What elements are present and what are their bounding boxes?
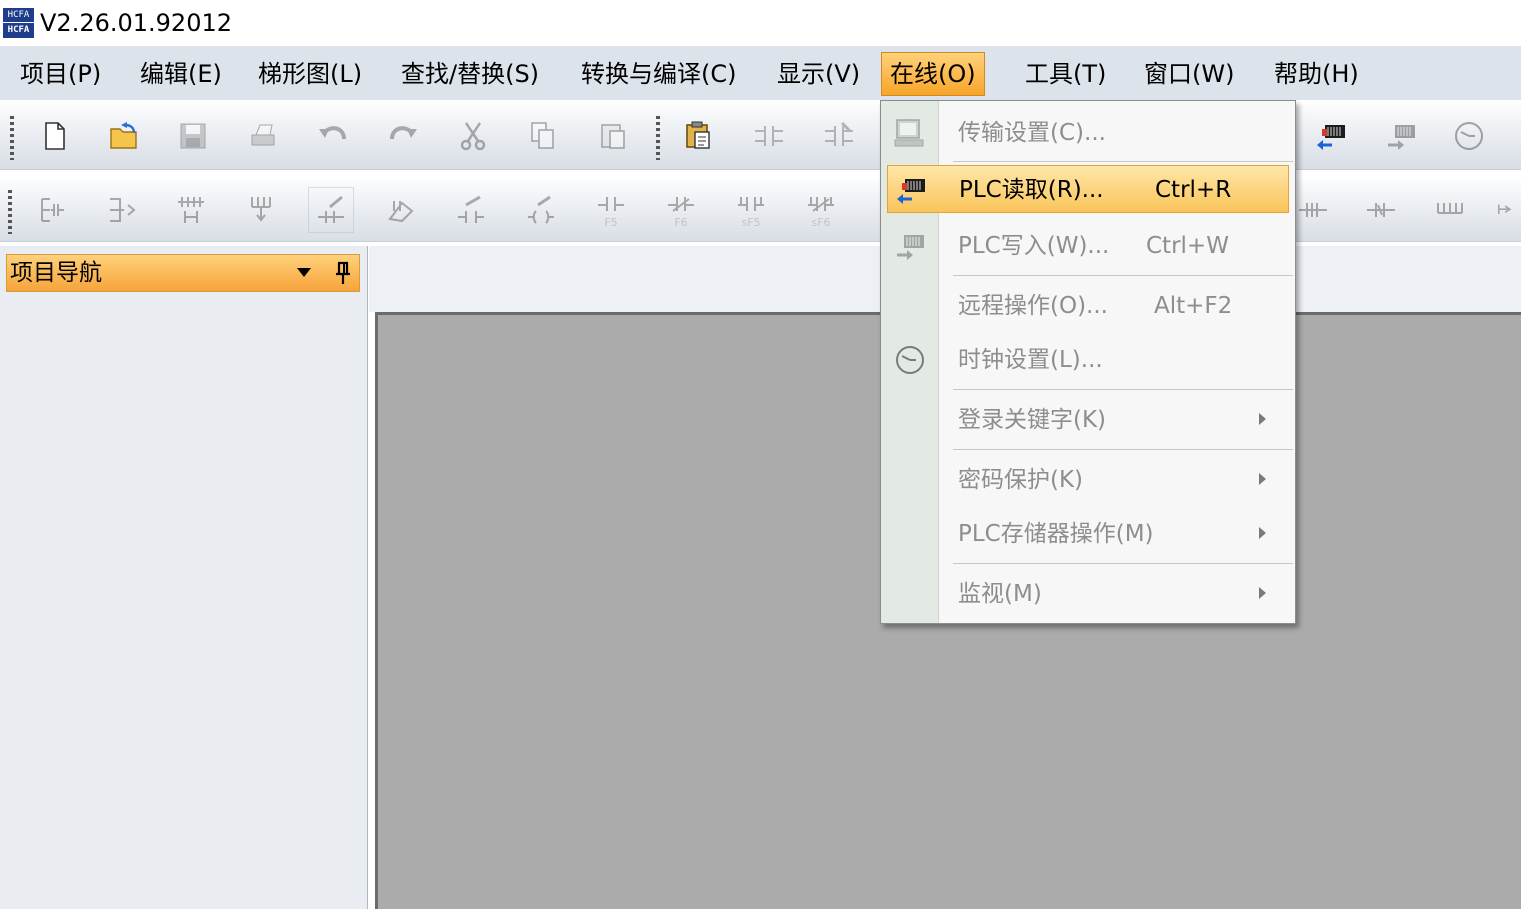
plc-write-icon bbox=[897, 235, 924, 260]
contact-invert-icon[interactable] bbox=[1428, 187, 1474, 233]
project-navigation-panel: 项目导航 bbox=[0, 246, 368, 909]
plc-write-icon[interactable] bbox=[1378, 113, 1424, 159]
coil-icon[interactable] bbox=[518, 187, 564, 233]
toolbar-grip[interactable] bbox=[656, 116, 660, 160]
contact-pulse-fall-icon[interactable] bbox=[1358, 187, 1404, 233]
compile-icon[interactable] bbox=[816, 113, 862, 159]
cut-icon[interactable] bbox=[450, 113, 496, 159]
save-icon[interactable] bbox=[170, 113, 216, 159]
menu-project[interactable]: 项目(P) bbox=[12, 52, 109, 96]
contact-rise-icon[interactable] bbox=[448, 187, 494, 233]
convert-icon[interactable] bbox=[746, 113, 792, 159]
toolbar-grip[interactable] bbox=[8, 190, 12, 234]
sf5-contact-icon[interactable]: sF5 bbox=[728, 185, 774, 231]
print-icon[interactable] bbox=[240, 113, 286, 159]
f6-contact-icon[interactable]: F6 bbox=[658, 185, 704, 231]
copy-icon[interactable] bbox=[520, 113, 566, 159]
clock-icon bbox=[896, 346, 924, 374]
menu-bar: 项目(P) 编辑(E) 梯形图(L) 查找/替换(S) 转换与编译(C) 显示(… bbox=[0, 46, 1521, 100]
contact-parallel-icon[interactable] bbox=[168, 187, 214, 233]
open-file-icon[interactable] bbox=[101, 113, 147, 159]
menu-separator bbox=[953, 275, 1293, 276]
menu-window[interactable]: 窗口(W) bbox=[1136, 52, 1242, 96]
menu-item-clock-settings[interactable]: 时钟设置(L)... bbox=[881, 336, 1295, 384]
menu-item-password-protection[interactable]: 密码保护(K) bbox=[881, 456, 1295, 504]
submenu-arrow-icon bbox=[1259, 527, 1266, 539]
menu-separator bbox=[953, 563, 1293, 564]
app-logo-icon: HCFA HCFA bbox=[3, 8, 34, 38]
menu-item-remote-operation[interactable]: 远程操作(O)... Alt+F2 bbox=[881, 282, 1295, 330]
insert-row-icon[interactable] bbox=[30, 187, 76, 233]
menu-edit[interactable]: 编辑(E) bbox=[132, 52, 230, 96]
menu-help[interactable]: 帮助(H) bbox=[1266, 52, 1367, 96]
plc-read-icon[interactable] bbox=[1308, 113, 1354, 159]
draw-line-icon[interactable] bbox=[308, 187, 354, 233]
menu-ladder[interactable]: 梯形图(L) bbox=[250, 52, 370, 96]
menu-item-transfer-settings[interactable]: 传输设置(C)... bbox=[881, 109, 1295, 157]
menu-separator bbox=[953, 389, 1293, 390]
menu-item-login-keyword[interactable]: 登录关键字(K) bbox=[881, 396, 1295, 444]
paste-special-icon[interactable] bbox=[675, 113, 721, 159]
window-title: V2.26.01.92012 bbox=[40, 9, 232, 37]
redo-icon[interactable] bbox=[380, 113, 426, 159]
more-tools-icon[interactable] bbox=[1494, 187, 1521, 233]
sf6-contact-icon[interactable]: sF6 bbox=[798, 185, 844, 231]
menu-item-monitor[interactable]: 监视(M) bbox=[881, 570, 1295, 618]
clock-icon[interactable] bbox=[1446, 113, 1492, 159]
undo-icon[interactable] bbox=[310, 113, 356, 159]
nav-title: 项目导航 bbox=[10, 260, 102, 286]
branch-down-icon[interactable] bbox=[238, 187, 284, 233]
insert-column-icon[interactable] bbox=[98, 187, 144, 233]
online-dropdown-menu: 传输设置(C)... PLC读取(R)... Ctrl+R PLC写入(W)..… bbox=[880, 100, 1296, 624]
menu-convert-compile[interactable]: 转换与编译(C) bbox=[573, 52, 744, 96]
new-file-icon[interactable] bbox=[31, 113, 77, 159]
submenu-arrow-icon bbox=[1259, 473, 1266, 485]
erase-line-icon[interactable] bbox=[378, 187, 424, 233]
f5-contact-icon[interactable]: F5 bbox=[588, 185, 634, 231]
toolbar-grip[interactable] bbox=[10, 116, 14, 160]
menu-find-replace[interactable]: 查找/替换(S) bbox=[393, 52, 547, 96]
menu-separator bbox=[953, 161, 1293, 162]
menu-item-plc-write[interactable]: PLC写入(W)... Ctrl+W bbox=[881, 222, 1295, 270]
menu-online[interactable]: 在线(O) bbox=[881, 52, 985, 96]
submenu-arrow-icon bbox=[1259, 413, 1266, 425]
submenu-arrow-icon bbox=[1259, 587, 1266, 599]
menu-separator bbox=[953, 449, 1293, 450]
contact-pulse-icon[interactable] bbox=[1290, 187, 1336, 233]
transfer-settings-icon bbox=[894, 119, 924, 147]
paste-icon[interactable] bbox=[590, 113, 636, 159]
plc-read-icon bbox=[897, 179, 925, 204]
title-bar: HCFA HCFA V2.26.01.92012 bbox=[0, 0, 1521, 46]
nav-header: 项目导航 bbox=[6, 254, 360, 292]
chevron-down-icon[interactable] bbox=[297, 268, 311, 277]
menu-view[interactable]: 显示(V) bbox=[769, 52, 868, 96]
menu-item-plc-read[interactable]: PLC读取(R)... Ctrl+R bbox=[887, 165, 1289, 213]
menu-item-plc-memory-operation[interactable]: PLC存储器操作(M) bbox=[881, 510, 1295, 558]
menu-tools[interactable]: 工具(T) bbox=[1017, 52, 1114, 96]
pin-icon[interactable] bbox=[333, 260, 353, 286]
